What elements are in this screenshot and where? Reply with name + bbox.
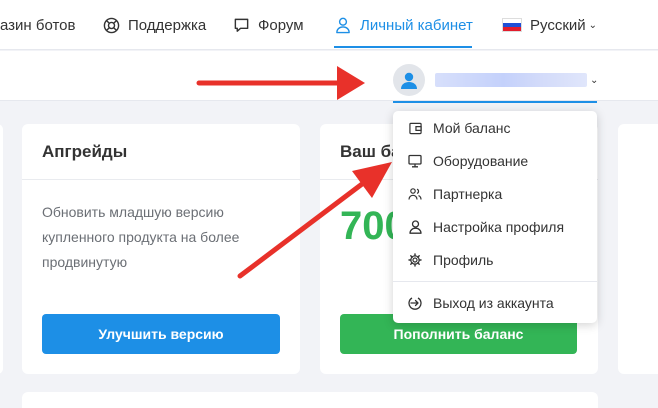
active-tab-indicator [334,46,472,48]
menu-item-label: Партнерка [433,186,503,202]
menu-item-my-balance[interactable]: Мой баланс [393,114,597,142]
menu-item-label: Настройка профиля [433,219,565,235]
russia-flag-icon [502,18,522,32]
card-upgrades-title: Апгрейды [22,124,300,180]
card-partial-right [618,124,658,374]
menu-divider [393,281,597,282]
menu-item-label: Профиль [433,252,494,268]
menu-item-label: Выход из аккаунта [433,295,554,311]
top-nav: азин ботов Поддержка Форум Личный кабине… [0,0,658,50]
card-upgrades: Апгрейды Обновить младшую версию купленн… [22,124,300,374]
upgrade-version-button[interactable]: Улучшить версию [42,314,280,354]
user-icon [408,220,422,234]
card-partial-left [0,124,3,374]
nav-bots-store-label: азин ботов [0,16,76,34]
user-menu-trigger[interactable]: ⌄ [393,60,598,100]
card-partial-bottom [22,392,598,408]
monitor-icon [408,154,422,168]
chat-icon [232,16,250,34]
language-selector[interactable]: Русский ⌄ [502,0,597,50]
lifebuoy-icon [102,16,120,34]
menu-item-profile-settings[interactable]: Настройка профиля [393,213,597,241]
partners-icon [408,187,422,201]
chevron-down-icon: ⌄ [590,74,599,86]
menu-item-partners[interactable]: Партнерка [393,180,597,208]
card-upgrades-description: Обновить младшую версию купленного проду… [42,204,240,270]
wallet-icon [408,121,422,135]
user-dropdown-menu: Мой баланс Оборудование Партнерка Настро… [393,111,597,323]
menu-item-profile[interactable]: Профиль [393,246,597,274]
avatar-user-icon [401,72,417,89]
nav-cabinet-label: Личный кабинет [360,16,473,34]
menu-item-label: Оборудование [433,153,529,169]
nav-forum-label: Форум [258,16,304,34]
avatar [393,64,425,96]
nav-support-label: Поддержка [128,16,207,34]
nav-support[interactable]: Поддержка [102,0,206,50]
menu-item-label: Мой баланс [433,120,511,136]
logout-icon [408,296,422,310]
username-redacted [435,73,587,87]
nav-forum[interactable]: Форум [232,0,304,50]
user-menu-indicator [393,101,597,103]
nav-cabinet[interactable]: Личный кабинет [334,0,473,50]
chevron-down-icon: ⌄ [588,19,598,31]
nav-bots-store[interactable]: азин ботов [0,0,76,50]
language-label: Русский [530,16,586,34]
menu-item-equipment[interactable]: Оборудование [393,147,597,175]
user-icon [334,16,352,34]
menu-item-logout[interactable]: Выход из аккаунта [393,289,597,317]
gear-icon [408,253,422,267]
